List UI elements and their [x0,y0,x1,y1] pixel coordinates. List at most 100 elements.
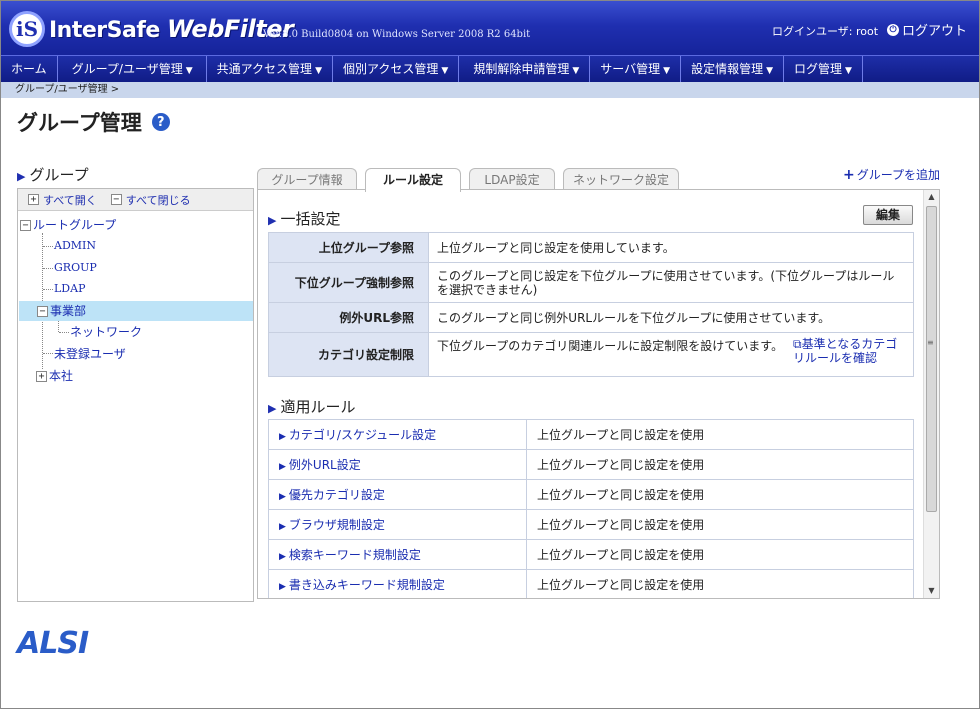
table-row: ▶ カテゴリ/スケジュール設定 上位グループと同じ設定を使用 [268,419,914,450]
tree-node-division[interactable]: − 事業部 [19,301,253,321]
nav-release-request[interactable]: 規制解除申請管理 ▼ [459,56,591,82]
table-row: ▶ 優先カテゴリ設定 上位グループと同じ設定を使用 [268,479,914,510]
triangle-right-icon: ▶ [279,492,286,502]
chevron-down-icon: ▼ [663,66,671,76]
logout-link[interactable]: ⏻ ログアウト [887,20,967,39]
triangle-right-icon: ▶ [268,402,277,415]
tab-group-info[interactable]: グループ情報 [257,168,357,190]
main-nav: ホーム グループ/ユーザ管理 ▼ 共通アクセス管理 ▼ 個別アクセス管理 ▼ 規制解除… [1,55,979,82]
table-row: カテゴリ設定制限 ⧉基準となるカテゴリルールを確認 下位グループのカテゴリ関連ル… [268,332,914,377]
minus-box-icon: − [37,306,48,317]
scroll-up-arrow-icon[interactable]: ▲ [924,190,939,204]
scroll-thumb[interactable] [926,206,937,512]
table-row: ▶ ブラウザ規制設定 上位グループと同じ設定を使用 [268,509,914,540]
chevron-down-icon: ▼ [441,66,449,76]
tree-connector [43,289,53,290]
chevron-down-icon: ▼ [185,66,193,76]
bulk-settings-heading: ▶ 一括設定 [268,210,341,228]
tree-node-ldap[interactable]: LDAP [54,279,85,299]
breadcrumb[interactable]: グループ/ユーザ管理 > [1,82,979,98]
chevron-down-icon: ▼ [766,66,773,76]
add-group-link[interactable]: + グループを追加 [843,166,940,183]
triangle-right-icon: ▶ [279,552,286,562]
table-row: ▶ 例外URL設定 上位グループと同じ設定を使用 [268,449,914,480]
rule-link-priority-category[interactable]: ▶ 優先カテゴリ設定 [268,479,527,510]
tree-connector [43,268,53,269]
table-row: ▶ 書き込みキーワード規制設定 上位グループと同じ設定を使用 [268,569,914,598]
triangle-right-icon: ▶ [17,170,26,183]
rule-link-post-keyword[interactable]: ▶ 書き込みキーワード規制設定 [268,569,527,598]
table-row: 上位グループ参照 上位グループと同じ設定を使用しています。 [268,232,914,263]
page-title: グループ管理 ? [17,107,170,137]
login-user: ログインユーザ: root [772,25,879,38]
rule-settings-panel: ▶ 一括設定 編集 上位グループ参照 上位グループと同じ設定を使用しています。 下… [257,189,940,599]
rule-value: 上位グループと同じ設定を使用 [526,569,914,598]
triangle-right-icon: ▶ [268,214,277,227]
table-row: ▶ 検索キーワード規制設定 上位グループと同じ設定を使用 [268,539,914,570]
rule-link-browser-restriction[interactable]: ▶ ブラウザ規制設定 [268,509,527,540]
rule-link-search-keyword[interactable]: ▶ 検索キーワード規制設定 [268,539,527,570]
triangle-right-icon: ▶ [279,582,286,592]
nav-group-user[interactable]: グループ/ユーザ管理 ▼ [58,56,207,82]
row-label: 下位グループ強制参照 [268,262,429,303]
chevron-down-icon: ▼ [315,66,322,76]
tab-ldap-settings[interactable]: LDAP設定 [469,168,555,190]
app-header: iS InterSafe WebFilter Ver.8.0 Build0804… [1,1,979,55]
rule-value: 上位グループと同じ設定を使用 [526,419,914,450]
row-label: 例外URL参照 [268,302,429,333]
nav-individual-access[interactable]: 個別アクセス管理 ▼ [333,56,460,82]
logo-text: InterSafe WebFilter [49,15,294,43]
tree-node-root[interactable]: − ルートグループ [20,215,116,235]
tree-node-headquarters[interactable]: + 本社 [36,366,73,386]
tree-toolbar: + すべて開く − すべて閉じる [18,189,253,211]
nav-settings[interactable]: 設定情報管理 ▼ [681,56,784,82]
edit-button[interactable]: 編集 [863,205,913,225]
tree-connector [59,332,69,333]
rule-link-exception-url[interactable]: ▶ 例外URL設定 [268,449,527,480]
table-row: 例外URL参照 このグループと同じ例外URLルールを下位グループに使用させていま… [268,302,914,333]
tab-network-settings[interactable]: ネットワーク設定 [563,168,679,190]
applied-rules-table: ▶ カテゴリ/スケジュール設定 上位グループと同じ設定を使用 ▶ 例外URL設定 上位グ… [268,419,914,598]
check-category-rule-link[interactable]: ⧉基準となるカテゴリルールを確認 [793,337,905,365]
logo-mark: iS [9,11,45,47]
rule-value: 上位グループと同じ設定を使用 [526,479,914,510]
tree-node-network[interactable]: ネットワーク [70,322,142,342]
tree-node-group[interactable]: GROUP [54,258,97,278]
collapse-all-button[interactable]: − すべて閉じる [110,192,191,208]
group-heading: ▶ グループ [17,166,89,184]
help-icon[interactable]: ? [151,113,170,131]
rule-value: 上位グループと同じ設定を使用 [526,509,914,540]
group-tree-panel: + すべて開く − すべて閉じる − ルートグループ ADMIN GROUP LDAP… [17,188,254,602]
nav-common-access[interactable]: 共通アクセス管理 ▼ [207,56,333,82]
minus-box-icon: − [20,220,31,231]
rule-value: 上位グループと同じ設定を使用 [526,449,914,480]
chevron-down-icon: ▼ [845,66,852,76]
tree-node-unregistered[interactable]: 未登録ユーザ [54,344,126,364]
version-text: Ver.8.0 Build0804 on Windows Server 2008… [263,29,531,40]
nav-home[interactable]: ホーム [1,56,58,82]
intersafe-logo: iS InterSafe WebFilter [9,9,294,49]
table-row: 下位グループ強制参照 このグループと同じ設定を下位グループに使用させています。(… [268,262,914,303]
plus-icon: + [843,166,855,183]
tree-connector [43,246,53,247]
rule-link-category-schedule[interactable]: ▶ カテゴリ/スケジュール設定 [268,419,527,450]
row-value: 上位グループと同じ設定を使用しています。 [428,232,914,263]
nav-server[interactable]: サーバ管理 ▼ [590,56,682,82]
bulk-settings-table: 上位グループ参照 上位グループと同じ設定を使用しています。 下位グループ強制参照… [268,232,914,377]
alsi-logo: ALSI [17,626,89,661]
plus-box-icon: + [36,371,47,382]
triangle-right-icon: ▶ [279,462,286,472]
expand-all-button[interactable]: + すべて開く [28,192,97,208]
new-window-icon: ⧉ [793,337,802,351]
content-scrollbar[interactable]: ▲ ≡ ▼ [923,190,939,598]
row-value: このグループと同じ例外URLルールを下位グループに使用させています。 [428,302,914,333]
triangle-right-icon: ▶ [279,522,286,532]
nav-log[interactable]: ログ管理 ▼ [784,56,863,82]
tab-rule-settings[interactable]: ルール設定 [365,168,461,192]
row-label: カテゴリ設定制限 [268,332,429,377]
rule-value: 上位グループと同じ設定を使用 [526,539,914,570]
triangle-right-icon: ▶ [279,432,286,442]
chevron-down-icon: ▼ [572,66,580,76]
tree-node-admin[interactable]: ADMIN [54,236,96,256]
scroll-down-arrow-icon[interactable]: ▼ [924,584,939,598]
